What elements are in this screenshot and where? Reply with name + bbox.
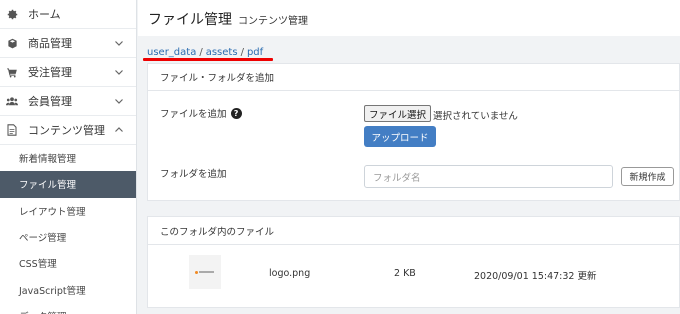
file-select-status: 選択されていません <box>433 111 518 122</box>
sidebar-item-orders[interactable]: 受注管理 <box>0 58 136 87</box>
gear-icon <box>6 8 18 20</box>
cube-icon <box>6 37 18 49</box>
sidebar-subitem-javascript[interactable]: JavaScript管理 <box>0 276 136 302</box>
breadcrumb-link-pdf[interactable]: pdf <box>247 47 263 58</box>
breadcrumb-highlight-underline <box>143 58 273 61</box>
sidebar-item-label: 受注管理 <box>28 66 72 79</box>
breadcrumb-separator: / <box>240 47 244 58</box>
folder-add-label: フォルダを追加 <box>160 169 227 180</box>
page-subtitle: コンテンツ管理 <box>238 16 308 27</box>
file-thumbnail[interactable] <box>189 255 221 289</box>
document-icon <box>6 124 18 136</box>
folder-files-card: このフォルダ内のファイル logo.png 2 KB 2020/09/01 15… <box>147 216 680 308</box>
file-size: 2 KB <box>394 268 416 279</box>
users-icon <box>6 95 18 107</box>
breadcrumb: user_data / assets / pdf <box>147 47 263 58</box>
sidebar-subitem-files[interactable]: ファイル管理 <box>0 171 136 198</box>
chevron-down-icon <box>115 41 123 46</box>
sidebar: ホーム 商品管理 受注管理 会員管理 コンテンツ管理 新着情報管理 ファイル管理… <box>0 0 137 314</box>
card-title: このフォルダ内のファイル <box>148 217 679 245</box>
add-file-folder-card: ファイル・フォルダを追加 ファイルを追加 ? ファイル選択 選択されていません … <box>147 63 680 201</box>
page-title: ファイル管理 <box>148 12 232 28</box>
card-title: ファイル・フォルダを追加 <box>148 64 679 91</box>
upload-button[interactable]: アップロード <box>364 126 436 147</box>
sidebar-subitem-news[interactable]: 新着情報管理 <box>0 145 136 171</box>
page-header: ファイル管理 コンテンツ管理 <box>138 0 680 36</box>
sidebar-item-label: ホーム <box>28 8 61 21</box>
sidebar-item-products[interactable]: 商品管理 <box>0 29 136 58</box>
sidebar-subitem-css[interactable]: CSS管理 <box>0 250 136 276</box>
sidebar-subitem-data[interactable]: データ管理 <box>0 303 136 314</box>
sidebar-item-label: 商品管理 <box>28 37 72 50</box>
folder-name-input[interactable]: フォルダ名 <box>364 165 613 188</box>
cart-icon <box>6 66 18 78</box>
file-name-link[interactable]: logo.png <box>269 268 310 279</box>
question-circle-icon[interactable]: ? <box>230 107 242 119</box>
file-add-label: ファイルを追加 <box>160 109 227 120</box>
create-folder-button[interactable]: 新規作成 <box>621 167 674 186</box>
file-add-label-row: ファイルを追加 ? <box>160 106 242 120</box>
file-updated-date: 2020/09/01 15:47:32 更新 <box>474 271 597 282</box>
sidebar-item-members[interactable]: 会員管理 <box>0 87 136 116</box>
breadcrumb-link-assets[interactable]: assets <box>206 47 238 58</box>
chevron-up-icon <box>115 127 123 132</box>
chevron-down-icon <box>115 99 123 104</box>
breadcrumb-separator: / <box>199 47 203 58</box>
logo-image <box>195 270 215 275</box>
sidebar-item-label: 会員管理 <box>28 95 72 108</box>
chevron-down-icon <box>115 70 123 75</box>
file-select-button[interactable]: ファイル選択 <box>364 105 432 122</box>
sidebar-subitem-layout[interactable]: レイアウト管理 <box>0 198 136 224</box>
sidebar-item-contents[interactable]: コンテンツ管理 <box>0 116 136 145</box>
breadcrumb-link-user-data[interactable]: user_data <box>147 47 196 58</box>
sidebar-item-home[interactable]: ホーム <box>0 0 136 29</box>
sidebar-item-label: コンテンツ管理 <box>28 124 105 137</box>
sidebar-subitem-pages[interactable]: ページ管理 <box>0 224 136 250</box>
